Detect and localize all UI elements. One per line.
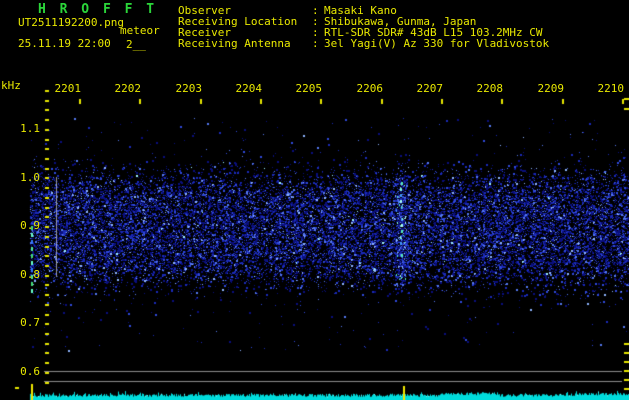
freq-tick-label-1.0: 1.0 [20,171,40,184]
time-tick-label-2204: 2204 [235,82,263,95]
freq-tick-label-1.1: 1.1 [20,122,40,135]
info-value-3: 3el Yagi(V) Az 330 for Vladivostok [324,37,550,50]
spectrogram-canvas [0,0,629,400]
time-tick-label-2208: 2208 [476,82,504,95]
time-tick-label-2205: 2205 [295,82,323,95]
freq-tick-label-0.7: 0.7 [20,316,40,329]
freq-tick-label-0.6: 0.6 [20,365,40,378]
info-label-3: Receiving Antenna [178,37,291,50]
time-tick-label-2203: 2203 [175,82,203,95]
time-tick-label-2206: 2206 [356,82,384,95]
freq-tick-label-0.8: 0.8 [20,268,40,281]
observation-datetime: 25.11.19 22:00 [18,37,111,50]
freq-tick-label-0.9: 0.9 [20,219,40,232]
info-colon-3: : [312,37,319,50]
output-filename: UT2511192200.png [18,16,124,29]
app-title: H R O F F T [38,2,158,17]
time-tick-label-2207: 2207 [416,82,444,95]
freq-axis-unit: kHz [1,79,21,92]
hrofft-screen: H R O F F T UT2511192200.png meteor 25.1… [0,0,629,400]
time-tick-label-2210: 2210 [597,82,625,95]
time-tick-label-2202: 2202 [114,82,142,95]
time-tick-label-2209: 2209 [537,82,565,95]
time-tick-label-2201: 2201 [54,82,82,95]
echo-count: 2__ [126,38,146,51]
observation-comment: meteor [120,24,160,37]
